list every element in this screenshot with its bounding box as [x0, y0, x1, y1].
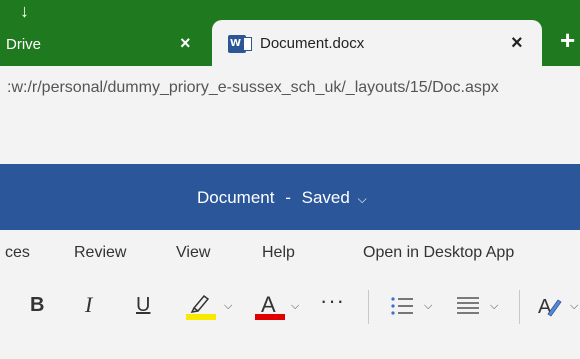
- highlight-color-bar: [186, 314, 216, 320]
- tab-review[interactable]: Review: [74, 244, 126, 262]
- ribbon-tabs: ces Review View Help Open in Desktop App: [0, 230, 580, 276]
- toolbar-divider: [519, 290, 520, 324]
- address-bar[interactable]: :w:/r/personal/dummy_priory_e-sussex_sch…: [0, 68, 580, 108]
- address-url[interactable]: :w:/r/personal/dummy_priory_e-sussex_sch…: [7, 79, 499, 97]
- word-title-bar: Document - Saved ⌵: [0, 164, 580, 230]
- formatting-toolbar: B I U ⌵ A ⌵ ··· ⌵ ⌵ A ⌵: [0, 276, 580, 336]
- tab-drive-label: Drive: [6, 36, 42, 53]
- highlight-button[interactable]: [186, 290, 218, 324]
- document-title[interactable]: Document - Saved ⌵: [197, 188, 367, 208]
- browser-tab-strip: ↓ Drive × W Document.docx × +: [0, 0, 580, 68]
- tab-document[interactable]: W Document.docx ×: [212, 20, 542, 68]
- new-tab-icon[interactable]: +: [560, 27, 575, 53]
- highlighter-icon: [190, 294, 210, 313]
- tab-document-label: Document.docx: [260, 35, 365, 52]
- styles-icon[interactable]: A: [536, 292, 566, 320]
- styles-chevron-down-icon[interactable]: ⌵: [570, 300, 578, 313]
- word-doc-icon: W: [228, 35, 252, 53]
- tab-references[interactable]: ces: [5, 244, 30, 262]
- font-color-button[interactable]: A: [255, 290, 287, 324]
- toolbar-divider: [368, 290, 369, 324]
- italic-button[interactable]: I: [85, 294, 92, 316]
- font-color-bar: [255, 314, 285, 320]
- tab-drive[interactable]: Drive ×: [0, 20, 212, 66]
- download-arrow-icon[interactable]: ↓: [20, 2, 29, 20]
- title-chevron-down-icon[interactable]: ⌵: [355, 192, 367, 206]
- font-color-chevron-down-icon[interactable]: ⌵: [291, 300, 299, 313]
- tab-view[interactable]: View: [176, 244, 210, 262]
- tab-drive-close-icon[interactable]: ×: [180, 33, 191, 54]
- title-separator: -: [285, 188, 291, 207]
- align-icon[interactable]: [454, 292, 482, 320]
- tab-open-desktop-app[interactable]: Open in Desktop App: [363, 244, 514, 262]
- tab-document-close-icon[interactable]: ×: [511, 32, 523, 55]
- highlight-chevron-down-icon[interactable]: ⌵: [224, 300, 232, 313]
- document-area-top: [0, 336, 580, 359]
- more-options-icon[interactable]: ···: [320, 290, 345, 312]
- bold-button[interactable]: B: [30, 294, 44, 316]
- align-chevron-down-icon[interactable]: ⌵: [490, 300, 498, 313]
- save-status: Saved: [301, 188, 350, 207]
- underline-button[interactable]: U: [136, 294, 150, 316]
- tab-help[interactable]: Help: [262, 244, 295, 262]
- document-name: Document: [197, 188, 275, 207]
- bullets-chevron-down-icon[interactable]: ⌵: [424, 300, 432, 313]
- bullets-icon[interactable]: [388, 292, 416, 320]
